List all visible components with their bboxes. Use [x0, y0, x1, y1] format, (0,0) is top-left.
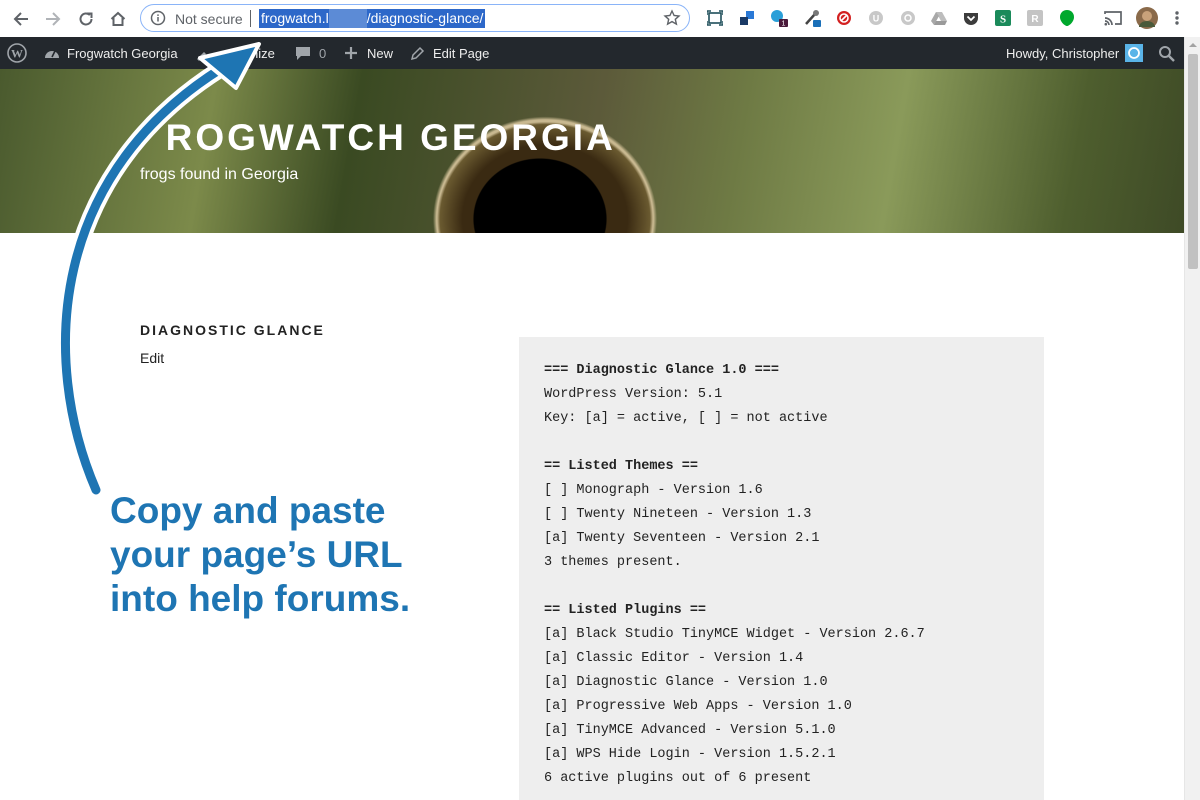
- callout-line: into help forums.: [110, 578, 411, 619]
- annotation-callout: Copy and paste your page’s URL into help…: [110, 489, 470, 621]
- annotation-arrow: [56, 42, 261, 499]
- callout-line: your page’s URL: [110, 534, 403, 575]
- callout-line: Copy and paste: [110, 490, 386, 531]
